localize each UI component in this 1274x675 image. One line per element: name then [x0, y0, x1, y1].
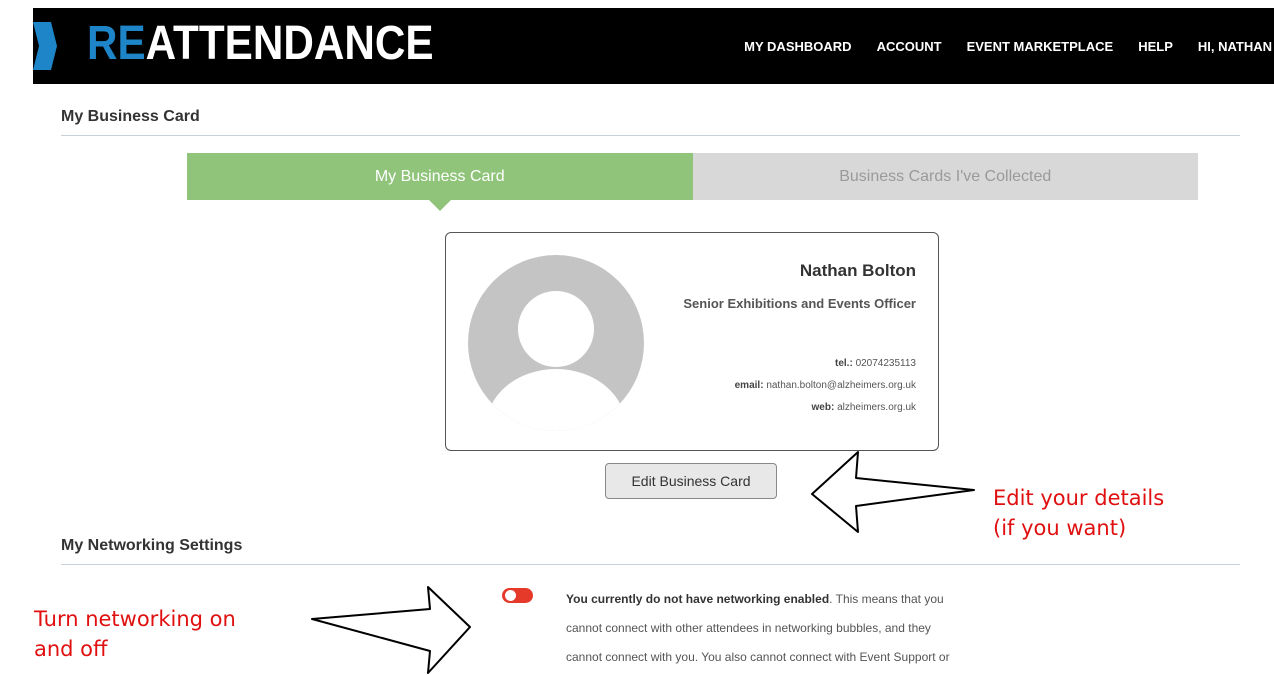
- web-value: alzheimers.org.uk: [837, 402, 916, 413]
- left-arrow-annotation-icon: [811, 451, 975, 533]
- edit-annotation: Edit your details (if you want): [993, 483, 1164, 543]
- networking-toggle[interactable]: [502, 588, 533, 603]
- user-placeholder-icon: [468, 255, 644, 431]
- networking-settings-title: My Networking Settings: [61, 537, 243, 554]
- card-tel: tel.: 02074235113: [835, 358, 916, 369]
- reattendance-logo[interactable]: REATTENDANCE: [33, 8, 434, 84]
- email-value: nathan.bolton@alzheimers.org.uk: [766, 380, 916, 391]
- nav-account[interactable]: ACCOUNT: [877, 39, 942, 54]
- logo-text: REATTENDANCE: [87, 14, 434, 74]
- tab-label: Business Cards I've Collected: [839, 167, 1052, 185]
- logo-re: RE: [87, 17, 146, 70]
- edit-annotation-line2: (if you want): [993, 516, 1127, 540]
- toggle-annotation: Turn networking on and off: [34, 604, 236, 664]
- tab-label: My Business Card: [374, 167, 505, 185]
- card-email: email: nathan.bolton@alzheimers.org.uk: [735, 380, 916, 391]
- web-label: web:: [811, 402, 835, 413]
- tab-my-business-card[interactable]: My Business Card: [187, 153, 693, 211]
- tel-label: tel.:: [835, 358, 853, 369]
- edit-annotation-line1: Edit your details: [993, 486, 1165, 510]
- networking-line1: You currently do not have networking ena…: [566, 585, 996, 614]
- nav-my-dashboard[interactable]: MY DASHBOARD: [744, 39, 851, 54]
- logo-mark-icon: [33, 22, 57, 70]
- tel-value: 02074235113: [855, 358, 916, 369]
- networking-line2: cannot connect with other attendees in n…: [566, 621, 931, 635]
- networking-line1-rest: . This means that you: [829, 592, 944, 606]
- card-tabs: My Business Card Business Cards I've Col…: [187, 153, 1198, 211]
- business-card: Nathan Bolton Senior Exhibitions and Eve…: [445, 232, 939, 451]
- logo-attendance: ATTENDANCE: [145, 17, 434, 70]
- edit-business-card-button[interactable]: Edit Business Card: [605, 463, 777, 499]
- card-web: web: alzheimers.org.uk: [812, 402, 916, 413]
- nav-event-marketplace[interactable]: EVENT MARKETPLACE: [967, 39, 1114, 54]
- nav-user-greeting[interactable]: HI, NATHAN: [1198, 39, 1272, 54]
- page-title: My Business Card: [61, 108, 200, 125]
- nav-help[interactable]: HELP: [1138, 39, 1173, 54]
- networking-status-bold: You currently do not have networking ena…: [566, 592, 830, 606]
- networking-status-text: You currently do not have networking ena…: [566, 585, 996, 672]
- active-tab-pointer: [428, 200, 451, 211]
- tab-collected-cards[interactable]: Business Cards I've Collected: [692, 153, 1198, 200]
- networking-divider: [61, 564, 1240, 565]
- right-arrow-annotation-icon: [311, 586, 471, 674]
- toggle-knob: [505, 590, 516, 601]
- top-nav-bar: REATTENDANCE MY DASHBOARD ACCOUNT EVENT …: [33, 8, 1274, 84]
- toggle-annotation-line2: and off: [34, 637, 108, 661]
- networking-line3: cannot connect with you. You also cannot…: [566, 650, 950, 664]
- toggle-annotation-line1: Turn networking on: [34, 607, 236, 631]
- card-job-title: Senior Exhibitions and Events Officer: [683, 296, 916, 311]
- main-nav: MY DASHBOARD ACCOUNT EVENT MARKETPLACE H…: [744, 8, 1274, 84]
- email-label: email:: [734, 380, 764, 391]
- card-name: Nathan Bolton: [799, 261, 916, 280]
- title-divider: [61, 135, 1240, 136]
